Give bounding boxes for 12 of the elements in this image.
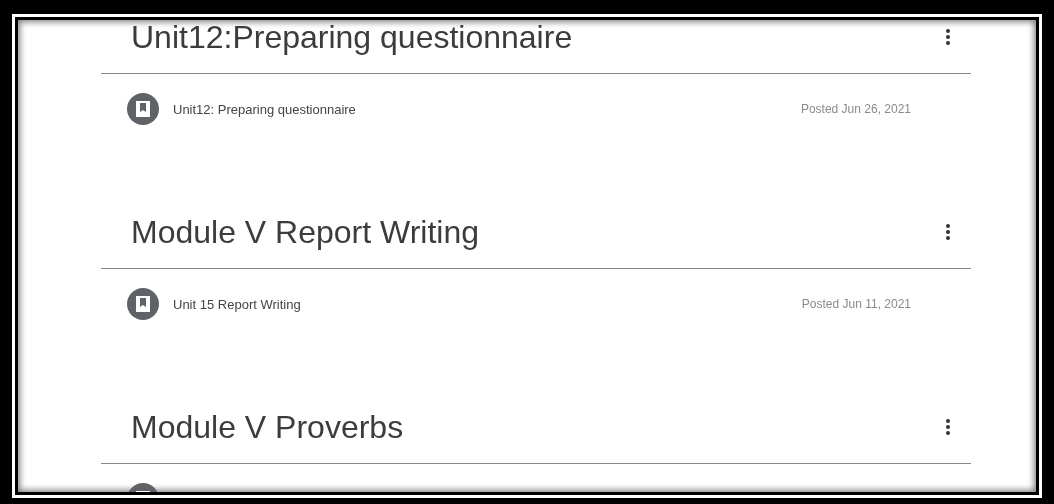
material-title[interactable]: Unit 15 Report Writing [173, 296, 802, 312]
material-title[interactable]: Unit12: Preparing questionnaire [173, 101, 801, 117]
posted-date: Posted Jun 26, 2021 [800, 102, 911, 116]
bookmark-icon [127, 288, 159, 320]
more-options-button[interactable] [945, 221, 951, 242]
topic-title: Module V Proverbs [131, 407, 405, 447]
more-options-button[interactable] [945, 26, 951, 47]
more-options-button[interactable] [945, 416, 951, 437]
bookmark-icon [127, 93, 159, 125]
posted-date: Posted Jun 11, 2021 [801, 297, 911, 311]
topic-title: Module V Report Writing [131, 212, 480, 252]
topic-title: Unit12:Preparing questionnaire [131, 20, 574, 57]
